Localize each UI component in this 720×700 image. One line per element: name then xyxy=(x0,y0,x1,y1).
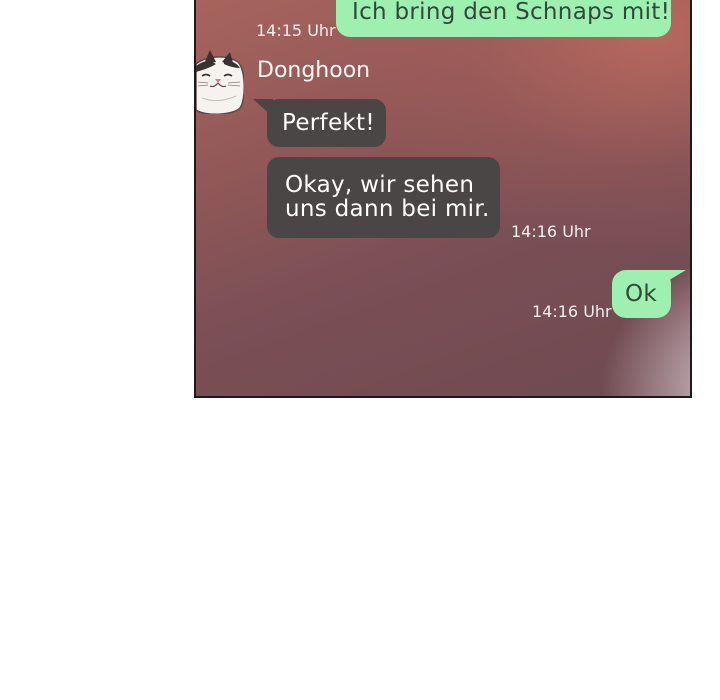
received-message-line: Okay, wir sehen xyxy=(285,172,475,198)
sent-message-text: Ok xyxy=(625,281,658,307)
received-message-text: Perfekt! xyxy=(282,110,375,136)
sent-message-bubble: Ok xyxy=(612,270,671,318)
sent-message-text: Ich bring den Schnaps mit! xyxy=(352,0,671,25)
sender-name: Donghoon xyxy=(257,58,371,83)
comic-panel-stage: Ich bring den Schnaps mit! 14:15 Uhr Don… xyxy=(0,0,720,700)
received-message-bubble: Perfekt! xyxy=(267,99,386,147)
sent-message-bubble: Ich bring den Schnaps mit! xyxy=(336,0,671,37)
received-message-line: uns dann bei mir. xyxy=(285,196,490,222)
cat-avatar-icon xyxy=(196,46,244,114)
message-timestamp: 14:16 Uhr xyxy=(511,222,591,241)
received-message-bubble: Okay, wir sehen uns dann bei mir. xyxy=(267,157,500,238)
message-timestamp: 14:15 Uhr xyxy=(256,21,336,40)
message-timestamp: 14:16 Uhr xyxy=(532,302,612,321)
